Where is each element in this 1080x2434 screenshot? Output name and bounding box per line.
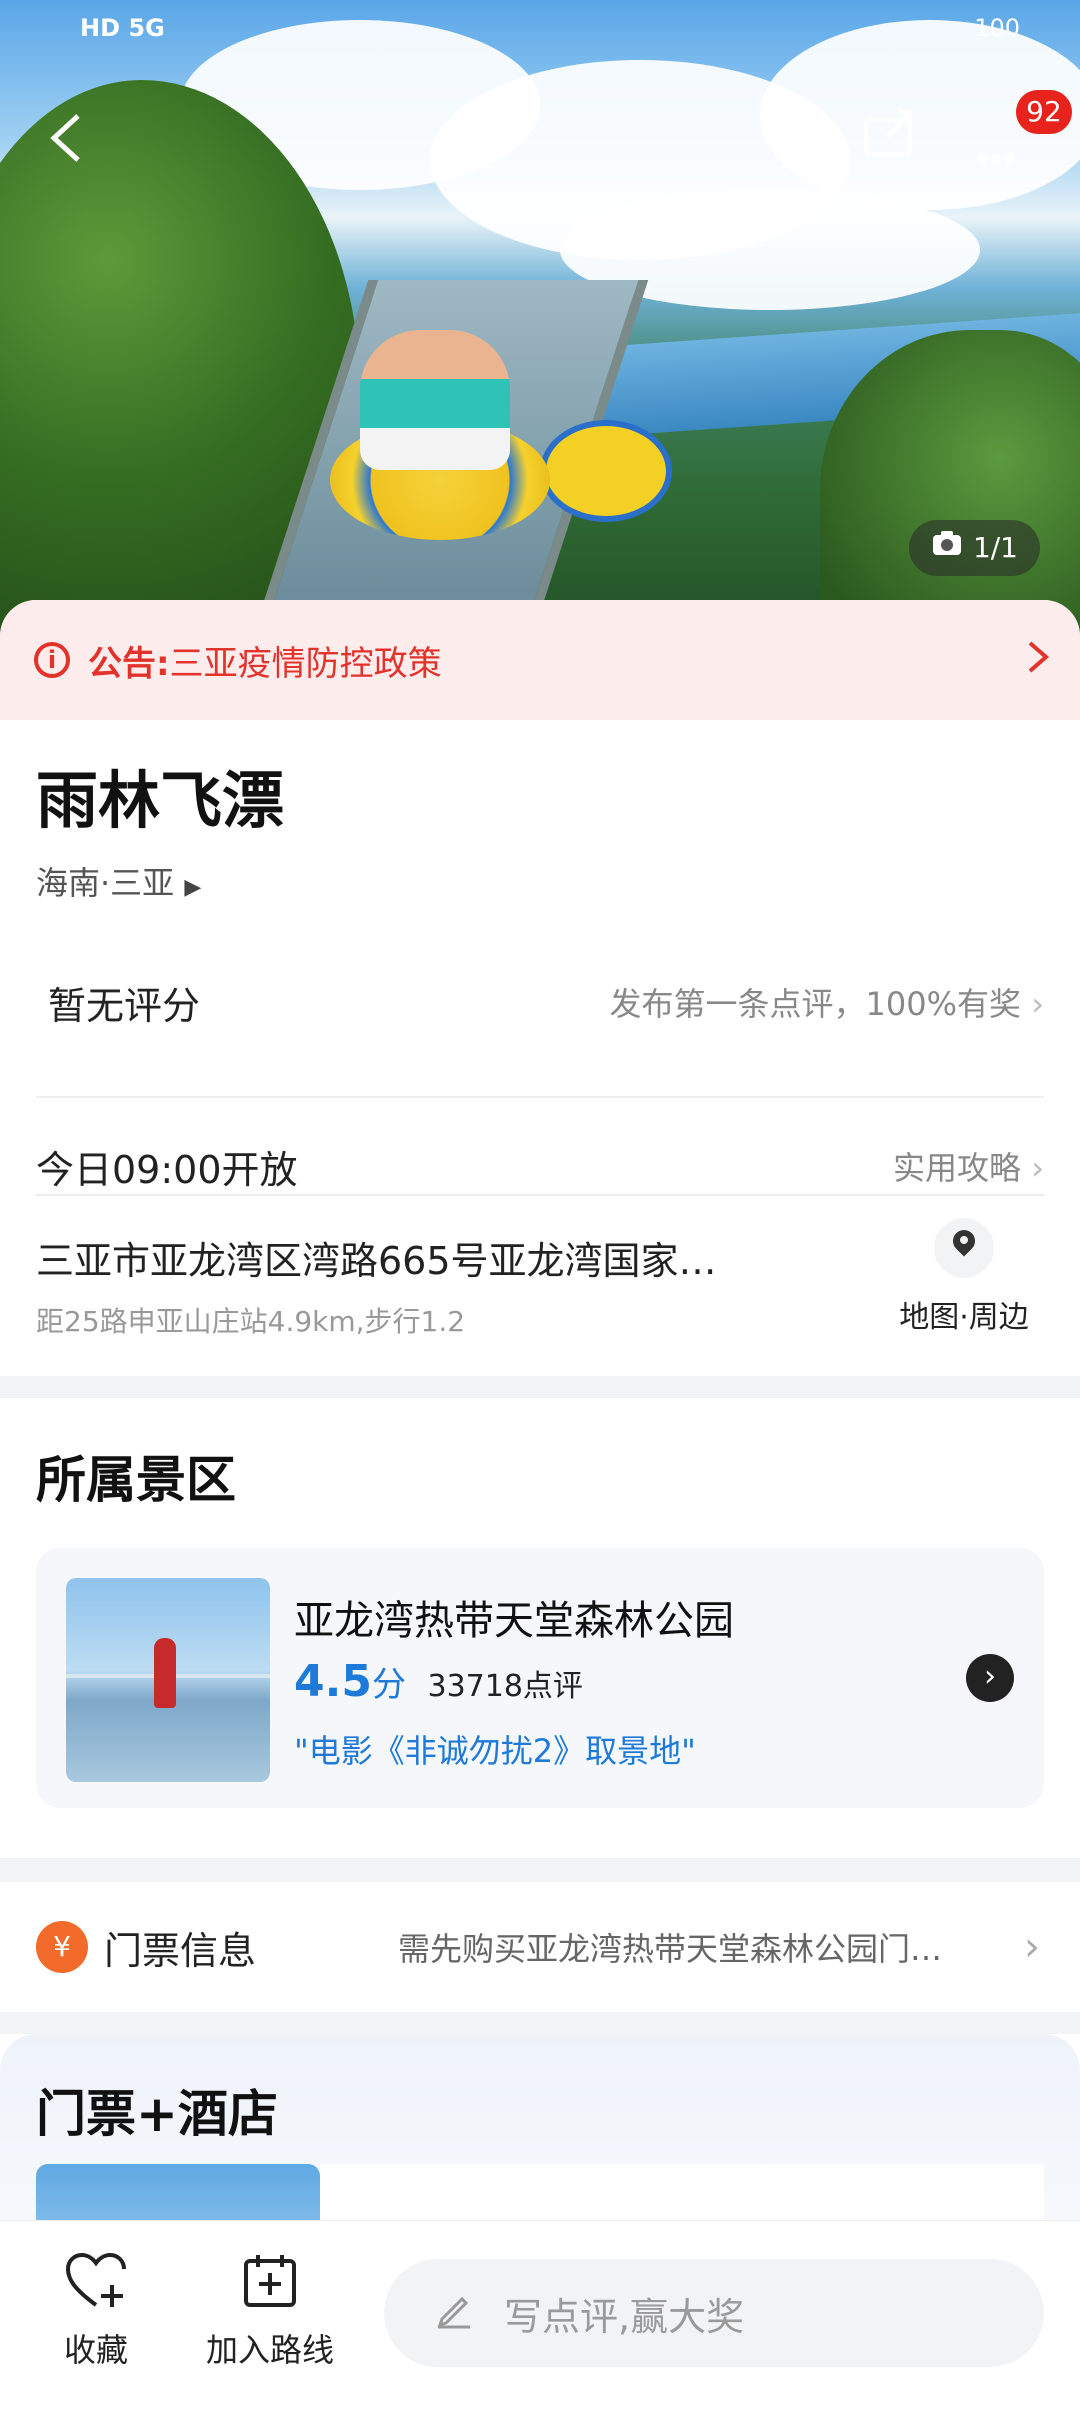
address-text[interactable]: 三亚市亚龙湾区湾路665号亚龙湾国家… [36,1230,717,1285]
chevron-right-icon [1026,636,1050,685]
scenic-quote: "电影《非诚勿扰2》取景地" [294,1732,696,1770]
guide-link[interactable]: 实用攻略 › [893,1143,1044,1189]
map-nearby-label: 地图·周边 [899,1300,1029,1335]
favorite-label: 收藏 [63,2331,128,2369]
status-bar-right: 100 [974,14,1020,42]
ticket-description: 需先购买亚龙湾热带天堂森林公园门… [398,1930,943,1968]
map-nearby-button[interactable]: 地图·周边 [884,1218,1044,1336]
share-icon[interactable] [860,100,920,170]
scenic-thumbnail [66,1578,270,1782]
section-gap [0,1376,1080,1398]
message-count-badge: 92 [1016,90,1072,134]
bottom-action-bar: 收藏 加入路线 写点评,赢大奖 [0,2220,1080,2401]
package-section-title: 门票+酒店 [36,2085,278,2143]
caret-right-icon: ▶ [184,875,202,900]
photo-counter-text: 1/1 [972,531,1018,564]
chevron-right-icon: › [1024,1924,1040,1970]
announcement-text: 三亚疫情防控政策 [169,643,442,684]
write-review-input[interactable]: 写点评,赢大奖 [384,2259,1044,2367]
status-bar-left: HD 5G [80,14,165,42]
attraction-region[interactable]: 海南·三亚 ▶ [36,858,201,904]
section-gap [0,2012,1080,2034]
add-route-label: 加入路线 [205,2331,334,2369]
pen-icon [434,2289,474,2338]
back-icon[interactable] [46,110,86,176]
scenic-area-card[interactable]: 亚龙湾热带天堂森林公园 4.5分 33718点评 "电影《非诚勿扰2》取景地" … [36,1548,1044,1808]
camera-icon [931,520,963,576]
favorite-button[interactable]: 收藏 [46,2251,146,2371]
ticket-icon: ¥ [36,1921,88,1973]
section-gap [0,1858,1080,1882]
transit-distance: 距25路申亚山庄站4.9km,步行1.2 [36,1305,466,1338]
chevron-right-icon: › [1031,1149,1044,1187]
divider [36,1096,1044,1098]
scenic-score: 4.5分 33718点评 [294,1656,583,1707]
calendar-plus-icon [200,2251,340,2325]
attraction-title: 雨林飞漂 [36,764,285,837]
info-icon: i [34,642,70,678]
ticket-info-row[interactable]: ¥ 门票信息 需先购买亚龙湾热带天堂森林公园门… › [0,1882,1080,2012]
opening-hours: 今日09:00开放 [36,1147,298,1192]
announcement-bar[interactable]: i 公告: 三亚疫情防控政策 [0,600,1080,720]
ticket-label: 门票信息 [104,1928,257,1973]
scenic-name: 亚龙湾热带天堂森林公园 [294,1598,734,1644]
chevron-right-icon[interactable]: › [966,1654,1014,1702]
location-pin-icon [934,1218,994,1278]
chevron-right-icon: › [1031,985,1044,1023]
first-review-prompt: 发布第一条点评，100%有奖 › [609,985,1044,1023]
review-placeholder: 写点评,赢大奖 [504,2294,745,2339]
scenic-section-title: 所属景区 [36,1451,236,1509]
announcement-label: 公告: [88,643,170,684]
divider [36,1194,1044,1196]
more-icon[interactable] [976,126,1016,175]
hours-row[interactable]: 今日09:00开放 实用攻略 › [36,1104,1044,1228]
heart-plus-icon [46,2251,146,2325]
region-text: 海南·三亚 [36,864,175,902]
add-route-button[interactable]: 加入路线 [200,2251,340,2371]
rating-row[interactable]: 暂无评分 发布第一条点评，100%有奖 › [36,972,1044,1032]
photo-counter[interactable]: 1/1 [908,520,1040,576]
rating-status: 暂无评分 [48,983,201,1028]
